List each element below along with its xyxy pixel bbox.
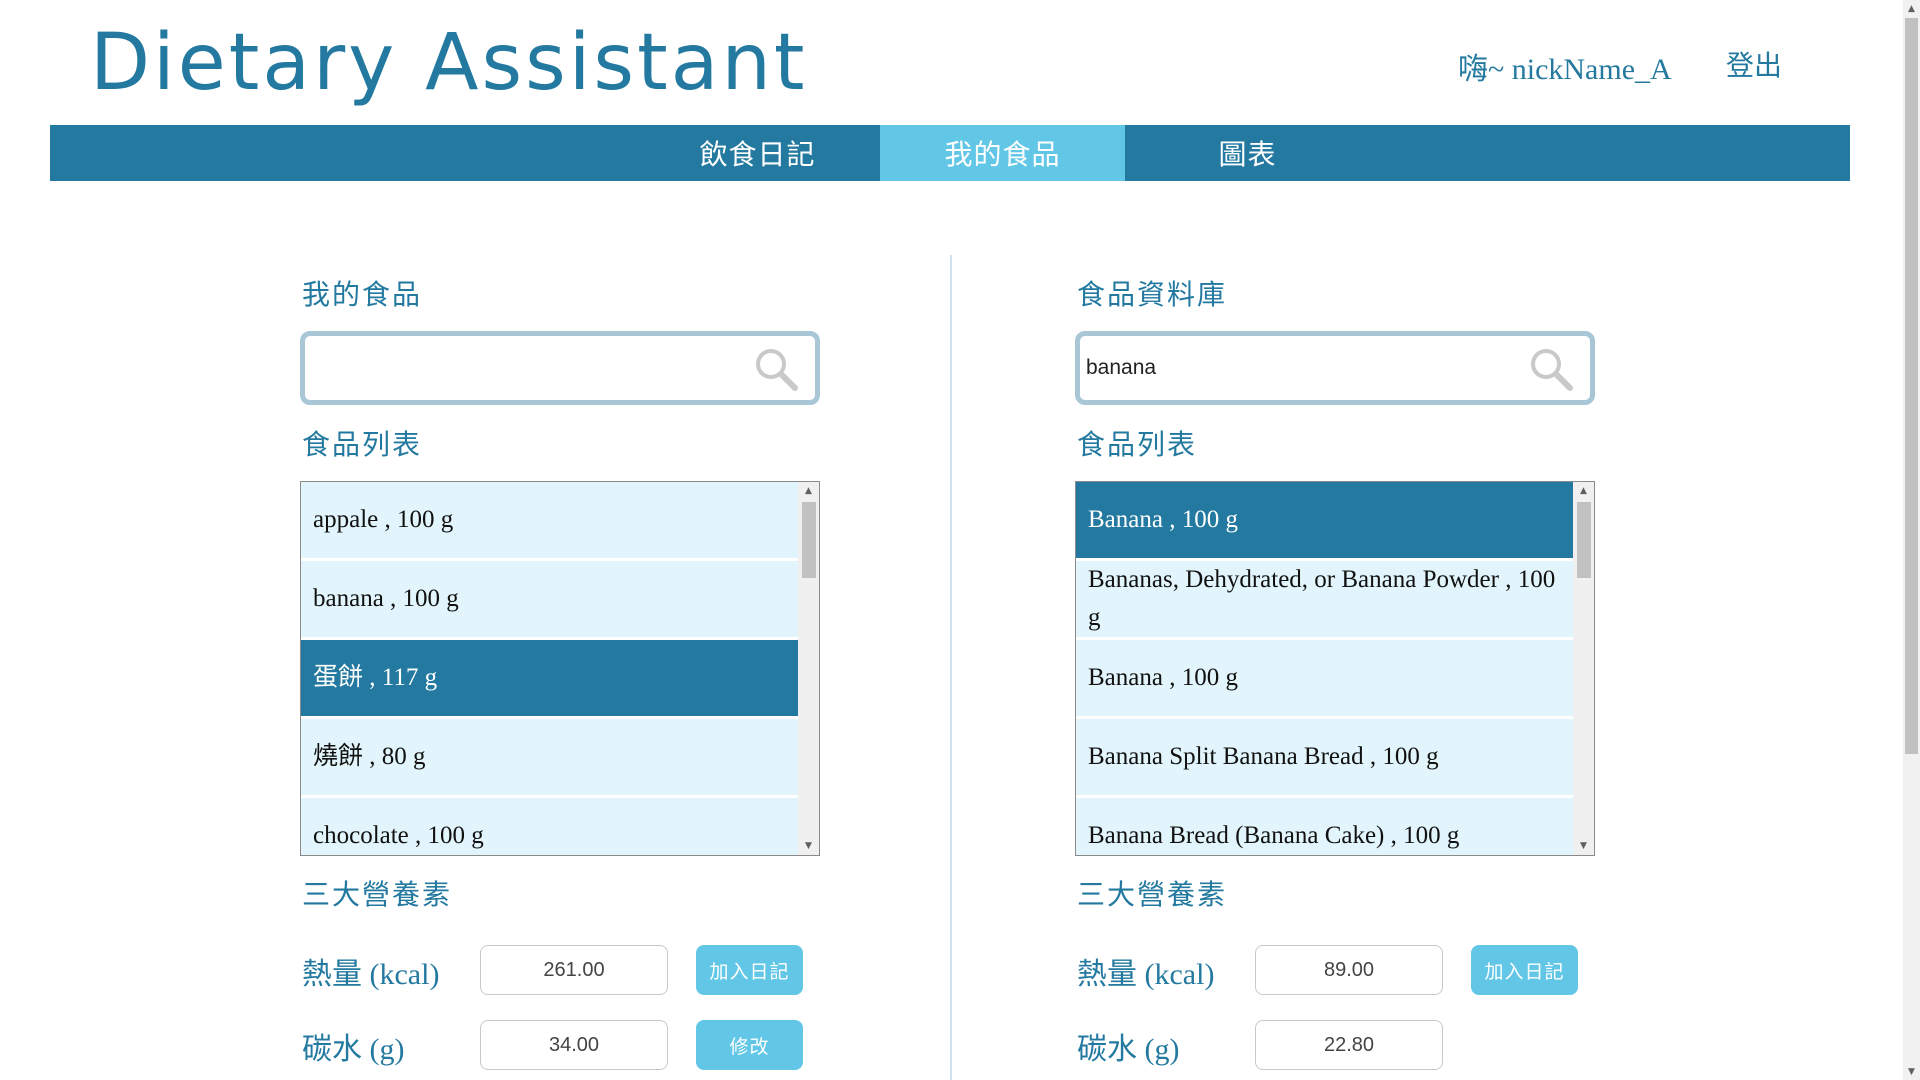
- list-item[interactable]: 燒餅 , 80 g: [301, 719, 798, 795]
- food-database-listbox[interactable]: Banana , 100 g Bananas, Dehydrated, or B…: [1075, 481, 1595, 856]
- my-foods-title: 我的食品: [302, 278, 423, 311]
- page-scroll-thumb[interactable]: [1905, 18, 1918, 754]
- list-item[interactable]: Banana Split Banana Bread , 100 g: [1076, 719, 1573, 795]
- food-database-panel: 食品資料庫 食品列表 Banana , 100 g Bananas, Dehyd…: [1075, 255, 1595, 1080]
- scroll-up-arrow-icon[interactable]: ▲: [798, 482, 819, 500]
- carbs-label: 碳水 (g): [302, 1033, 405, 1066]
- add-to-diary-button[interactable]: 加入日記: [696, 945, 803, 995]
- carbs-field[interactable]: 22.80: [1255, 1020, 1443, 1070]
- my-foods-search-input[interactable]: [311, 346, 731, 390]
- food-database-list: Banana , 100 g Bananas, Dehydrated, or B…: [1076, 482, 1573, 855]
- scroll-down-arrow-icon[interactable]: ▼: [1903, 1063, 1920, 1080]
- my-foods-list-title: 食品列表: [302, 428, 423, 461]
- food-database-title: 食品資料庫: [1077, 278, 1228, 311]
- panel-divider: [950, 255, 952, 1080]
- calories-field[interactable]: 261.00: [480, 945, 668, 995]
- tab-my-foods[interactable]: 我的食品: [880, 125, 1125, 181]
- list-item[interactable]: appale , 100 g: [301, 482, 798, 558]
- calories-label: 熱量 (kcal): [1077, 958, 1215, 991]
- scroll-down-arrow-icon[interactable]: ▼: [798, 837, 819, 855]
- scroll-thumb[interactable]: [802, 502, 816, 578]
- list-item[interactable]: chocolate , 100 g: [301, 798, 798, 855]
- calories-field[interactable]: 89.00: [1255, 945, 1443, 995]
- scroll-up-arrow-icon[interactable]: ▲: [1903, 0, 1920, 17]
- search-icon[interactable]: [753, 346, 799, 392]
- add-to-diary-button[interactable]: 加入日記: [1471, 945, 1578, 995]
- food-database-nutrients-title: 三大營養素: [1077, 878, 1228, 911]
- list-item[interactable]: Banana , 100 g: [1076, 640, 1573, 716]
- tab-diet-diary[interactable]: 飲食日記: [635, 125, 880, 181]
- carbs-field[interactable]: 34.00: [480, 1020, 668, 1070]
- carbs-label: 碳水 (g): [1077, 1033, 1180, 1066]
- scroll-thumb[interactable]: [1577, 502, 1591, 578]
- food-database-search-box: [1075, 331, 1595, 405]
- main-nav: 飲食日記 我的食品 圖表: [50, 125, 1850, 181]
- list-item[interactable]: banana , 100 g: [301, 561, 798, 637]
- tab-charts[interactable]: 圖表: [1125, 125, 1370, 181]
- edit-button[interactable]: 修改: [696, 1020, 803, 1070]
- my-foods-panel: 我的食品 食品列表 appale , 100 g banana , 100 g …: [300, 255, 820, 1080]
- list-scrollbar[interactable]: ▲ ▼: [1573, 482, 1594, 855]
- list-item[interactable]: Banana , 100 g: [1076, 482, 1573, 558]
- food-database-search-input[interactable]: [1086, 346, 1506, 390]
- my-foods-nutrients-title: 三大營養素: [302, 878, 453, 911]
- my-foods-list: appale , 100 g banana , 100 g 蛋餅 , 117 g…: [301, 482, 798, 855]
- my-foods-search-box: [300, 331, 820, 405]
- logout-link[interactable]: 登出: [1726, 44, 1782, 84]
- list-item[interactable]: Banana Bread (Banana Cake) , 100 g: [1076, 798, 1573, 855]
- scroll-down-arrow-icon[interactable]: ▼: [1573, 837, 1594, 855]
- list-item[interactable]: Bananas, Dehydrated, or Banana Powder , …: [1076, 561, 1573, 637]
- search-icon[interactable]: [1528, 346, 1574, 392]
- app-title: Dietary Assistant: [90, 18, 808, 108]
- list-item[interactable]: 蛋餅 , 117 g: [301, 640, 798, 716]
- calories-label: 熱量 (kcal): [302, 958, 440, 991]
- page-scrollbar[interactable]: ▲ ▼: [1903, 0, 1920, 1080]
- user-greeting: 嗨~ nickName_A: [1458, 53, 1672, 86]
- list-scrollbar[interactable]: ▲ ▼: [798, 482, 819, 855]
- scroll-up-arrow-icon[interactable]: ▲: [1573, 482, 1594, 500]
- food-database-list-title: 食品列表: [1077, 428, 1198, 461]
- my-foods-listbox[interactable]: appale , 100 g banana , 100 g 蛋餅 , 117 g…: [300, 481, 820, 856]
